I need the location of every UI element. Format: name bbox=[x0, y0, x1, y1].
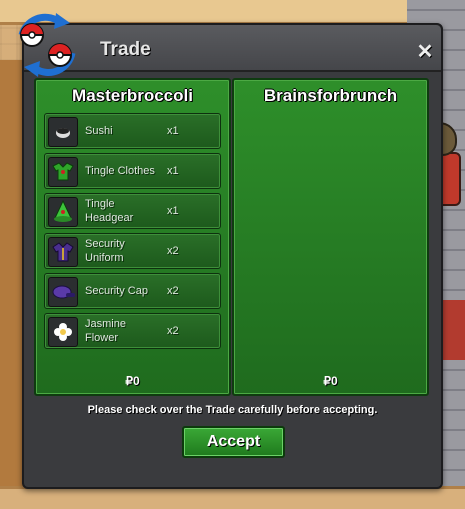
item-name: Security Uniform bbox=[85, 238, 125, 264]
window-title: Trade bbox=[100, 39, 151, 60]
headgear-icon bbox=[48, 197, 78, 227]
item-quantity: x1 bbox=[167, 125, 179, 137]
offer-item-slot[interactable]: Sushi x1 bbox=[44, 113, 221, 149]
title-bar[interactable]: Trade ✕ bbox=[18, 13, 441, 77]
clothes-icon bbox=[48, 157, 78, 187]
offer-item-slot[interactable]: Tingle Headgear x1 bbox=[44, 193, 221, 229]
item-name: Security Cap bbox=[85, 285, 148, 297]
item-quantity: x1 bbox=[167, 165, 179, 177]
flower-icon bbox=[48, 317, 78, 347]
item-quantity: x2 bbox=[167, 325, 179, 337]
uniform-icon bbox=[48, 237, 78, 267]
offer-item-slot[interactable]: Security Uniform x2 bbox=[44, 233, 221, 269]
trade-warning-text: Please check over the Trade carefully be… bbox=[87, 404, 378, 416]
offer-item-slot[interactable]: Tingle Clothes x1 bbox=[44, 153, 221, 189]
item-name: Sushi bbox=[85, 125, 113, 137]
player-name: Masterbroccoli bbox=[72, 86, 193, 105]
accept-button[interactable]: Accept bbox=[182, 426, 285, 458]
item-quantity: x2 bbox=[167, 285, 179, 297]
item-quantity: x2 bbox=[167, 245, 179, 257]
my-offer-panel: Masterbroccoli Sushi x1 Tingle Clothes x… bbox=[34, 78, 231, 396]
trade-window: Trade ✕ Masterbroccoli Sushi x1 Tingle C… bbox=[18, 13, 443, 489]
close-icon[interactable]: ✕ bbox=[415, 42, 435, 62]
cap-icon bbox=[48, 277, 78, 307]
item-quantity: x1 bbox=[167, 205, 179, 217]
money-amount: ₽0 bbox=[125, 374, 140, 388]
item-name: Tingle Headgear bbox=[85, 198, 134, 224]
partner-offer-panel: Brainsforbrunch ₽0 bbox=[232, 78, 429, 396]
partner-money-amount: ₽0 bbox=[323, 374, 338, 388]
offer-item-list: Sushi x1 Tingle Clothes x1 Tingle Headge… bbox=[44, 113, 221, 353]
trade-swap-icon bbox=[18, 13, 76, 77]
item-name: Tingle Clothes bbox=[85, 165, 155, 177]
trade-panels: Masterbroccoli Sushi x1 Tingle Clothes x… bbox=[34, 78, 431, 396]
offer-item-slot[interactable]: Security Cap x2 bbox=[44, 273, 221, 309]
offer-item-slot[interactable]: Jasmine Flower x2 bbox=[44, 313, 221, 349]
partner-name: Brainsforbrunch bbox=[263, 86, 398, 105]
sushi-icon bbox=[48, 117, 78, 147]
item-name: Jasmine Flower bbox=[85, 318, 126, 344]
